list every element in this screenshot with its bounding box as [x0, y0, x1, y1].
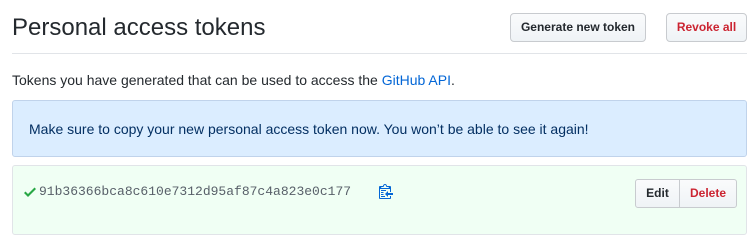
flash-message: Make sure to copy your new personal acce… — [29, 121, 589, 137]
revoke-all-button[interactable]: Revoke all — [666, 13, 747, 42]
description-text: Tokens you have generated that can be us… — [12, 72, 382, 88]
new-token-row: 91b36366bca8c610e7312d95af87c4a823e0c177… — [12, 165, 747, 235]
copy-token-flash-notice: Make sure to copy your new personal acce… — [12, 100, 747, 157]
page-header: Personal access tokens Generate new toke… — [12, 0, 747, 54]
page-title: Personal access tokens — [12, 14, 266, 41]
edit-token-button[interactable]: Edit — [635, 179, 680, 208]
tokens-description: Tokens you have generated that can be us… — [12, 70, 455, 90]
github-api-link[interactable]: GitHub API — [382, 72, 451, 88]
token-value: 91b36366bca8c610e7312d95af87c4a823e0c177 — [39, 184, 352, 199]
delete-token-button[interactable]: Delete — [679, 179, 737, 208]
generate-new-token-button[interactable]: Generate new token — [510, 13, 646, 42]
check-icon — [24, 187, 36, 197]
token-actions: Edit Delete — [635, 179, 737, 208]
clipboard-icon[interactable] — [379, 183, 393, 199]
description-suffix: . — [450, 72, 455, 88]
